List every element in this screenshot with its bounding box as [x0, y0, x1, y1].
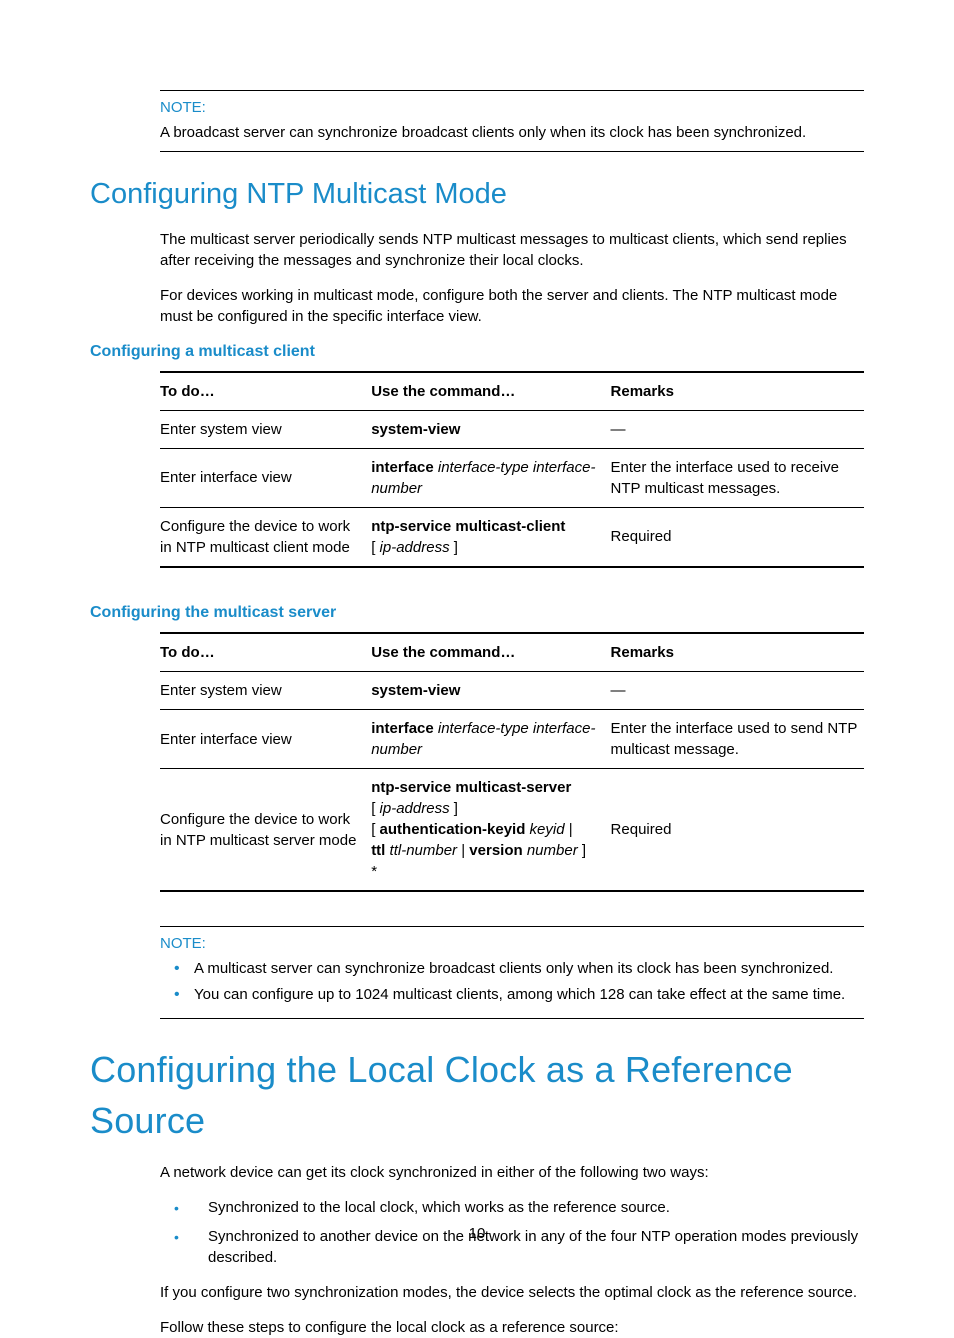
cell-rem: Enter the interface used to receive NTP …	[611, 448, 864, 507]
table-row: Enter interface view interface interface…	[160, 710, 864, 769]
bracket: ]	[450, 800, 458, 817]
bracket: [	[371, 539, 379, 556]
bracket: [	[371, 821, 379, 838]
cell-rem: Enter the interface used to send NTP mul…	[611, 710, 864, 769]
cmd-text: interface	[371, 720, 434, 737]
separator: |	[457, 842, 469, 859]
cell-cmd: ntp-service multicast-client [ ip-addres…	[371, 507, 610, 567]
cell-todo: Configure the device to work in NTP mult…	[160, 507, 371, 567]
bracket: [	[371, 800, 379, 817]
cell-rem: —	[611, 672, 864, 710]
table-header-row: To do… Use the command… Remarks	[160, 372, 864, 411]
table-header-cmd: Use the command…	[371, 372, 610, 411]
cell-cmd: interface interface-type interface-numbe…	[371, 710, 610, 769]
paragraph: Follow these steps to configure the loca…	[160, 1317, 864, 1338]
note-label: NOTE:	[160, 97, 864, 118]
cmd-keyword: version	[469, 842, 522, 859]
note-box-broadcast: NOTE: A broadcast server can synchronize…	[160, 90, 864, 152]
note-list: A multicast server can synchronize broad…	[174, 958, 864, 1005]
note-label: NOTE:	[160, 933, 864, 954]
cmd-arg: ip-address	[380, 800, 450, 817]
cell-rem: Required	[611, 769, 864, 892]
table-multicast-server: To do… Use the command… Remarks Enter sy…	[160, 632, 864, 892]
bracket: ]	[450, 539, 458, 556]
table-row: Configure the device to work in NTP mult…	[160, 769, 864, 892]
table-row: Enter system view system-view —	[160, 410, 864, 448]
cmd-arg: ttl-number	[385, 842, 457, 859]
cmd-keyword: ttl	[371, 842, 385, 859]
cell-cmd: ntp-service multicast-server [ ip-addres…	[371, 769, 610, 892]
bracket: ]	[578, 842, 586, 859]
table-header-rem: Remarks	[611, 633, 864, 672]
table-header-todo: To do…	[160, 372, 371, 411]
note-text: A broadcast server can synchronize broad…	[160, 122, 864, 143]
table-row: Configure the device to work in NTP mult…	[160, 507, 864, 567]
paragraph: A network device can get its clock synch…	[160, 1162, 864, 1183]
cell-todo: Enter interface view	[160, 710, 371, 769]
separator: |	[565, 821, 573, 838]
table-row: Enter interface view interface interface…	[160, 448, 864, 507]
heading-ntp-multicast-mode: Configuring NTP Multicast Mode	[90, 174, 864, 215]
cmd-keyword: authentication-keyid	[380, 821, 526, 838]
cell-rem: —	[611, 410, 864, 448]
cmd-text: interface	[371, 459, 434, 476]
table-multicast-client: To do… Use the command… Remarks Enter sy…	[160, 371, 864, 568]
subheading-multicast-server: Configuring the multicast server	[90, 602, 864, 624]
note-box-multicast: NOTE: A multicast server can synchronize…	[160, 926, 864, 1019]
table-header-rem: Remarks	[611, 372, 864, 411]
cell-todo: Enter system view	[160, 410, 371, 448]
paragraph: If you configure two synchronization mod…	[160, 1282, 864, 1303]
paragraph: For devices working in multicast mode, c…	[160, 285, 864, 327]
cmd-arg: ip-address	[380, 539, 450, 556]
cell-todo: Enter interface view	[160, 448, 371, 507]
cmd-text: ntp-service multicast-server	[371, 779, 571, 796]
cell-todo: Configure the device to work in NTP mult…	[160, 769, 371, 892]
cmd-arg: keyid	[525, 821, 564, 838]
table-header-cmd: Use the command…	[371, 633, 610, 672]
note-list-item: A multicast server can synchronize broad…	[174, 958, 864, 979]
cmd-text: system-view	[371, 421, 460, 438]
list-item: Synchronized to the local clock, which w…	[174, 1197, 864, 1218]
cmd-text: system-view	[371, 682, 460, 699]
subheading-multicast-client: Configuring a multicast client	[90, 341, 864, 363]
cmd-text: ntp-service multicast-client	[371, 518, 565, 535]
cell-cmd: system-view	[371, 410, 610, 448]
note-list-item: You can configure up to 1024 multicast c…	[174, 984, 864, 1005]
table-header-row: To do… Use the command… Remarks	[160, 633, 864, 672]
heading-local-clock-ref: Configuring the Local Clock as a Referen…	[90, 1045, 864, 1146]
page-number: 10	[0, 1223, 954, 1244]
paragraph: The multicast server periodically sends …	[160, 229, 864, 271]
cell-cmd: system-view	[371, 672, 610, 710]
table-header-todo: To do…	[160, 633, 371, 672]
cell-cmd: interface interface-type interface-numbe…	[371, 448, 610, 507]
repeat-star: *	[371, 863, 377, 880]
cell-todo: Enter system view	[160, 672, 371, 710]
table-row: Enter system view system-view —	[160, 672, 864, 710]
cmd-arg: number	[523, 842, 578, 859]
cell-rem: Required	[611, 507, 864, 567]
